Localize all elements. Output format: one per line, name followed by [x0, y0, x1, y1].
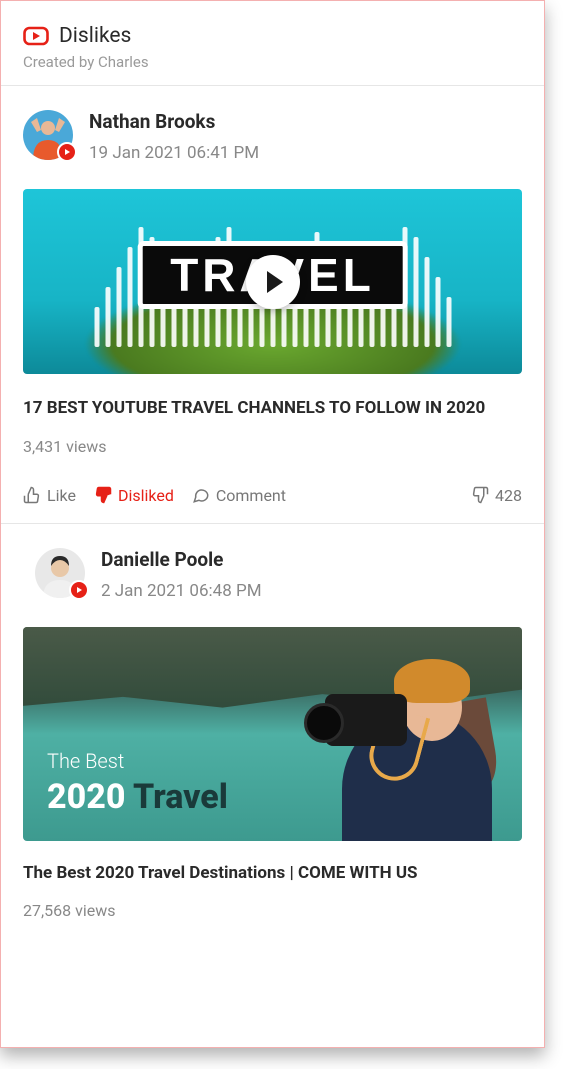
- comment-button[interactable]: Comment: [192, 486, 286, 505]
- post-item: Nathan Brooks 19 Jan 2021 06:41 PM TRAVE…: [1, 86, 544, 524]
- post-author[interactable]: Nathan Brooks: [89, 110, 259, 133]
- video-thumbnail[interactable]: TRAVEL: [23, 189, 522, 374]
- page-title: Dislikes: [59, 24, 131, 48]
- post-item: Danielle Poole 2 Jan 2021 06:48 PM The B…: [1, 524, 544, 921]
- page-header: Dislikes Created by Charles: [1, 1, 544, 86]
- thumbnail-text: The Best 2020 Travel: [47, 749, 228, 817]
- comment-label: Comment: [216, 486, 286, 505]
- post-author[interactable]: Danielle Poole: [101, 548, 262, 571]
- post-timestamp: 2 Jan 2021 06:48 PM: [101, 581, 262, 601]
- youtube-badge-icon: [69, 580, 89, 600]
- avatar[interactable]: [35, 548, 85, 598]
- video-title[interactable]: The Best 2020 Travel Destinations | COME…: [23, 861, 522, 886]
- video-title[interactable]: 17 BEST YOUTUBE TRAVEL CHANNELS TO FOLLO…: [23, 396, 522, 421]
- post-timestamp: 19 Jan 2021 06:41 PM: [89, 143, 259, 163]
- video-thumbnail[interactable]: The Best 2020 Travel: [23, 627, 522, 841]
- dislike-count-value: 428: [495, 486, 522, 505]
- like-label: Like: [47, 486, 76, 505]
- dislike-count: 428: [471, 486, 522, 505]
- video-views: 27,568 views: [23, 901, 522, 920]
- dislike-button[interactable]: Disliked: [94, 486, 174, 505]
- avatar[interactable]: [23, 110, 73, 160]
- video-views: 3,431 views: [23, 437, 522, 456]
- page-subtitle: Created by Charles: [23, 53, 522, 71]
- like-button[interactable]: Like: [23, 486, 76, 505]
- action-bar: Like Disliked Comment 428: [23, 486, 522, 505]
- play-icon: [246, 255, 300, 309]
- youtube-icon: [23, 23, 49, 49]
- youtube-badge-icon: [57, 142, 77, 162]
- thumbs-down-icon: [471, 486, 489, 504]
- dislike-label: Disliked: [118, 486, 174, 505]
